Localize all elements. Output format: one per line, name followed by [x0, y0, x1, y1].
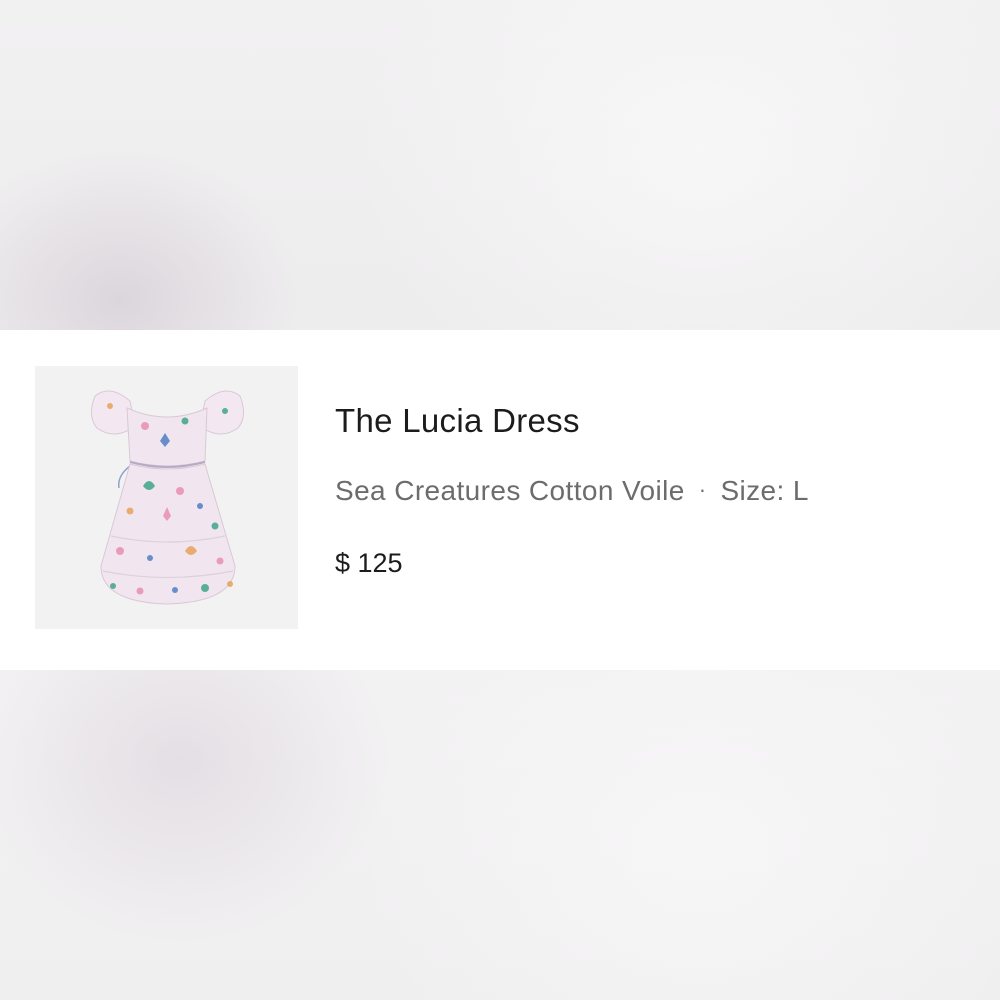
size-label: Size: L — [720, 475, 809, 506]
dress-image — [91, 390, 244, 605]
product-title[interactable]: The Lucia Dress — [335, 402, 580, 440]
product-details: Sea Creatures Cotton Voile · Size: L — [335, 475, 809, 507]
fabric-label: Sea Creatures Cotton Voile — [335, 475, 685, 506]
separator-dot: · — [698, 477, 707, 502]
product-price: $ 125 — [335, 548, 403, 578]
product-thumbnail[interactable] — [35, 366, 298, 629]
product-card[interactable]: The Lucia Dress Sea Creatures Cotton Voi… — [0, 330, 1000, 670]
